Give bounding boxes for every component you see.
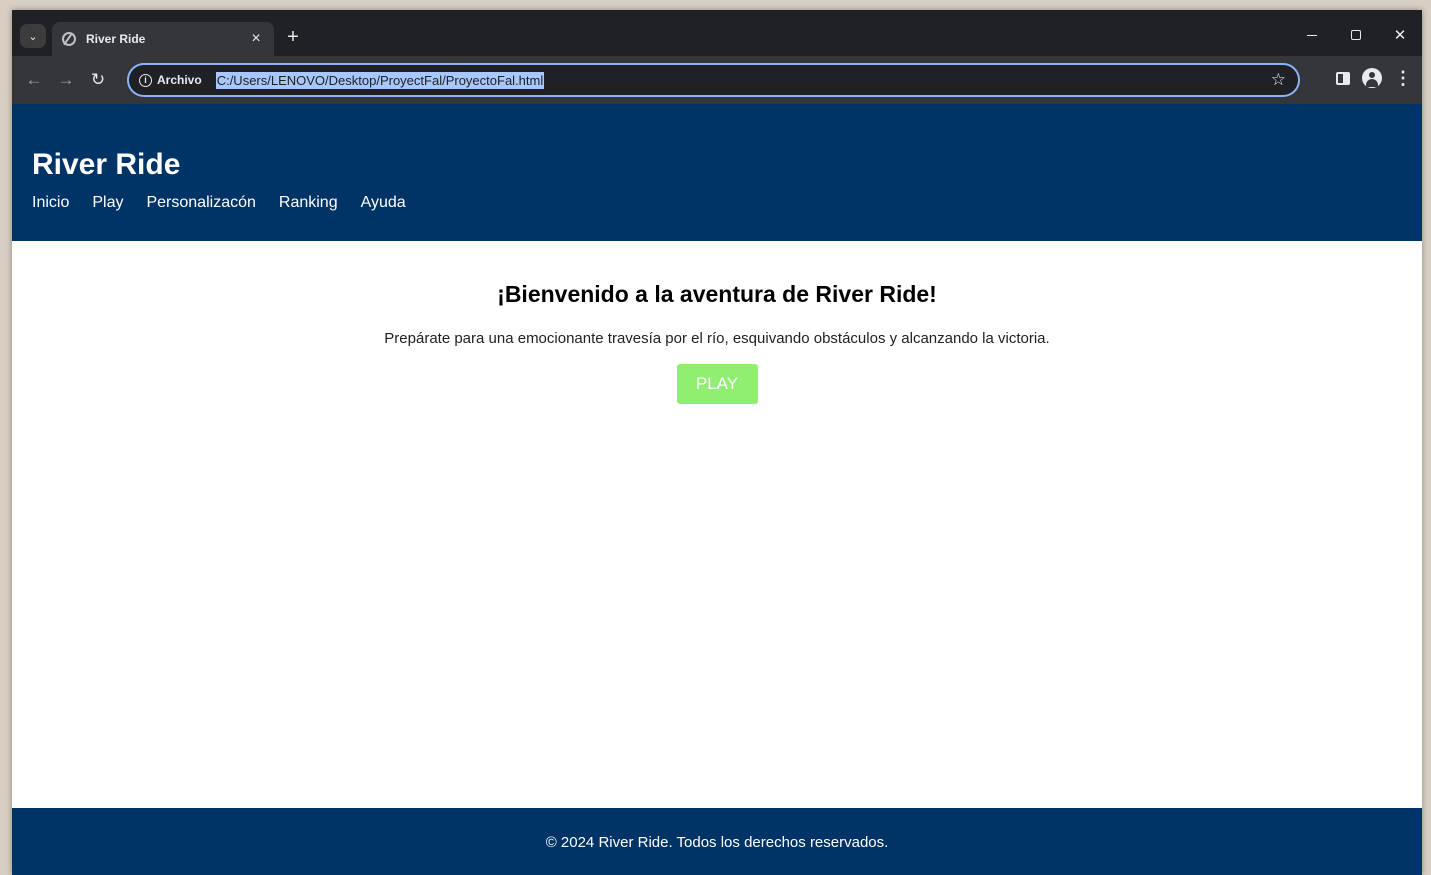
- browser-toolbar: ← → ↻ i Archivo C:/Users/LENOVO/Desktop/…: [12, 56, 1422, 104]
- nav-link-ayuda[interactable]: Ayuda: [361, 194, 406, 212]
- close-window-button[interactable]: ✕: [1378, 20, 1422, 50]
- close-tab-icon[interactable]: ×: [248, 30, 264, 48]
- chevron-down-icon: ⌄: [28, 30, 38, 43]
- nav-link-personalizacion[interactable]: Personalizacón: [146, 194, 255, 212]
- welcome-heading: ¡Bienvenido a la aventura de River Ride!: [497, 281, 937, 307]
- browser-window: ⌄ River Ride × + ✕ ← → ↻ i Archivo C:/Us…: [12, 10, 1422, 875]
- window-controls: ✕: [1290, 20, 1422, 50]
- toolbar-actions: ⋮: [1336, 68, 1412, 88]
- site-info-label: Archivo: [157, 73, 202, 87]
- site-footer: © 2024 River Ride. Todos los derechos re…: [12, 808, 1422, 875]
- kebab-menu-icon[interactable]: ⋮: [1394, 69, 1412, 87]
- bookmark-star-icon[interactable]: ☆: [1271, 70, 1286, 90]
- arrow-right-icon: →: [57, 70, 75, 89]
- back-button[interactable]: ←: [18, 64, 50, 96]
- site-info-chip[interactable]: i Archivo: [139, 73, 202, 87]
- tab-search-button[interactable]: ⌄: [20, 24, 46, 48]
- page-viewport: River Ride Inicio Play Personalizacón Ra…: [12, 104, 1422, 875]
- new-tab-button[interactable]: +: [282, 26, 304, 49]
- info-icon: i: [139, 73, 152, 87]
- tab-strip: ⌄ River Ride × + ✕: [12, 10, 1422, 56]
- active-tab[interactable]: River Ride ×: [52, 22, 274, 56]
- main-content: ¡Bienvenido a la aventura de River Ride!…: [12, 241, 1422, 404]
- site-header: River Ride Inicio Play Personalizacón Ra…: [12, 104, 1422, 241]
- nav-link-ranking[interactable]: Ranking: [279, 194, 338, 212]
- tab-title: River Ride: [86, 32, 146, 46]
- reload-button[interactable]: ↻: [82, 64, 114, 96]
- site-title: River Ride: [32, 148, 181, 181]
- footer-copyright: © 2024 River Ride. Todos los derechos re…: [545, 834, 889, 851]
- address-bar[interactable]: i Archivo C:/Users/LENOVO/Desktop/Proyec…: [127, 63, 1300, 97]
- site-nav: Inicio Play Personalizacón Ranking Ayuda: [32, 194, 1402, 212]
- arrow-left-icon: ←: [25, 70, 43, 89]
- url-text[interactable]: C:/Users/LENOVO/Desktop/ProyectFal/Proye…: [215, 71, 545, 89]
- intro-text: Prepárate para una emocionante travesía …: [384, 330, 1050, 347]
- nav-link-play[interactable]: Play: [92, 194, 123, 212]
- restore-button[interactable]: [1334, 20, 1378, 50]
- side-panel-icon[interactable]: [1336, 71, 1350, 85]
- play-button[interactable]: PLAY: [676, 364, 758, 404]
- globe-icon: [62, 32, 76, 46]
- profile-avatar-icon[interactable]: [1362, 68, 1382, 88]
- forward-button[interactable]: →: [50, 64, 82, 96]
- nav-link-inicio[interactable]: Inicio: [32, 194, 69, 212]
- reload-icon: ↻: [90, 70, 106, 89]
- minimize-button[interactable]: [1290, 20, 1334, 50]
